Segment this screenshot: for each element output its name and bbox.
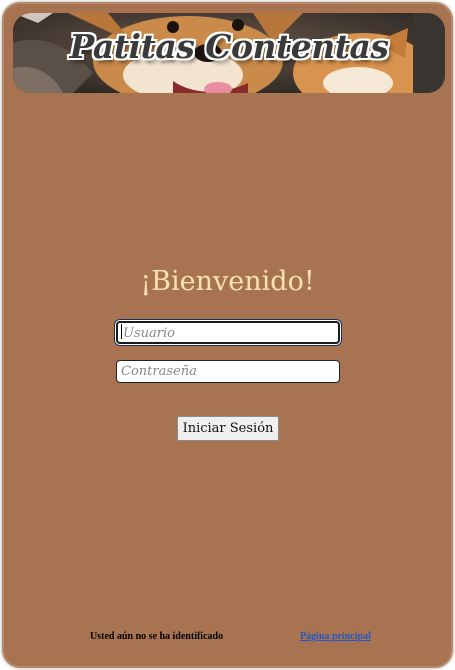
password-input[interactable]: Contraseña bbox=[116, 360, 340, 383]
welcome-heading: ¡Bienvenido! bbox=[140, 266, 315, 297]
username-input[interactable]: Usuario bbox=[116, 321, 340, 344]
home-page-link[interactable]: Página principal bbox=[300, 631, 371, 642]
login-status-text: Usted aún no se ha identificado bbox=[90, 631, 224, 642]
text-caret bbox=[121, 324, 122, 339]
username-placeholder: Usuario bbox=[123, 326, 175, 341]
site-title: Patitas Contentas bbox=[69, 27, 390, 66]
header-banner: Patitas Contentas bbox=[13, 13, 445, 93]
password-placeholder: Contraseña bbox=[121, 364, 197, 379]
page-container: Patitas Contentas ¡Bienvenido! Usuario C… bbox=[2, 2, 453, 668]
login-button[interactable]: Iniciar Sesión bbox=[177, 416, 279, 441]
